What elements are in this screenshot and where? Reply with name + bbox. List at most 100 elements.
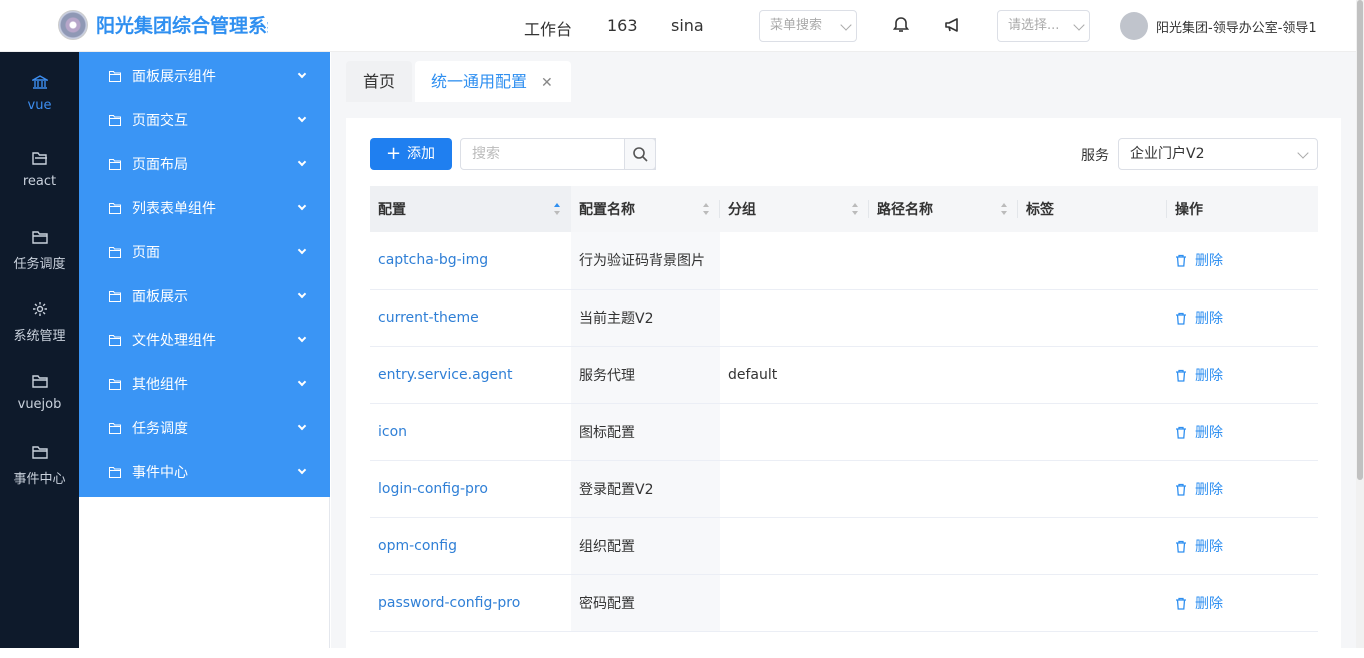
bell-icon[interactable]: [892, 16, 910, 34]
delete-button[interactable]: 删除: [1167, 517, 1318, 575]
chevron-down-icon: [297, 157, 307, 167]
submenu-item[interactable]: 页面交互: [79, 99, 330, 143]
add-button[interactable]: + 添加: [370, 138, 452, 170]
tab-unified-config[interactable]: 统一通用配置 ✕: [415, 61, 571, 102]
delete-button[interactable]: 删除: [1167, 289, 1318, 347]
chevron-down-icon: [297, 113, 307, 123]
table-row: icon 图标配置 删除: [370, 403, 1318, 461]
chevron-down-icon: [1073, 19, 1085, 31]
chevron-down-icon: [297, 245, 307, 255]
config-key-link[interactable]: login-config-pro: [370, 460, 571, 518]
sort-icon[interactable]: [702, 202, 710, 216]
path-cell: [869, 232, 1018, 290]
megaphone-icon[interactable]: [944, 16, 962, 34]
service-label: 服务: [1081, 148, 1109, 164]
tag-cell: [1018, 574, 1167, 632]
folder-icon: [109, 423, 121, 434]
group-cell: [720, 289, 869, 347]
group-cell: [720, 460, 869, 518]
chevron-down-icon: [1297, 147, 1309, 159]
bank-icon: [31, 75, 48, 89]
tag-cell: [1018, 460, 1167, 518]
group-cell: [720, 232, 869, 290]
user-name[interactable]: 阳光集团-领导办公室-领导1: [1156, 17, 1317, 36]
path-cell: [869, 403, 1018, 461]
sort-icon[interactable]: [553, 202, 561, 216]
table-row: login-config-pro 登录配置V2 删除: [370, 460, 1318, 518]
column-header-name[interactable]: 配置名称: [571, 186, 720, 232]
folder-icon: [109, 467, 121, 478]
column-header-group[interactable]: 分组: [720, 186, 869, 232]
path-cell: [869, 574, 1018, 632]
submenu-item[interactable]: 文件处理组件: [79, 319, 330, 363]
group-cell: [720, 574, 869, 632]
config-key-link[interactable]: icon: [370, 403, 571, 461]
sidebar-item-system[interactable]: 系统管理: [0, 301, 79, 344]
app-title: 阳光集团综合管理系统: [96, 15, 268, 37]
avatar[interactable]: [1120, 12, 1148, 40]
scrollbar[interactable]: [1356, 0, 1364, 648]
folder-icon: [31, 231, 48, 244]
config-name-cell: 行为验证码背景图片: [571, 232, 720, 290]
sidebar: vue react 任务调度 系统管理 vuejob 事件中心: [0, 52, 79, 648]
config-key-link[interactable]: entry.service.agent: [370, 346, 571, 404]
submenu-item[interactable]: 列表表单组件: [79, 187, 330, 231]
delete-button[interactable]: 删除: [1167, 346, 1318, 404]
close-icon[interactable]: ✕: [541, 75, 553, 91]
folder-icon: [109, 115, 121, 126]
scrollbar-thumb[interactable]: [1357, 0, 1363, 480]
tag-cell: [1018, 232, 1167, 290]
sidebar-item-react[interactable]: react: [0, 150, 79, 189]
tag-cell: [1018, 403, 1167, 461]
column-header-path[interactable]: 路径名称: [869, 186, 1018, 232]
delete-button[interactable]: 删除: [1167, 460, 1318, 518]
chevron-down-icon: [297, 201, 307, 211]
sort-icon[interactable]: [1000, 202, 1008, 216]
config-key-link[interactable]: password-config-pro: [370, 574, 571, 632]
column-header-tag: 标签: [1018, 186, 1167, 232]
global-select[interactable]: 请选择...: [997, 10, 1090, 42]
trash-icon: [1176, 312, 1186, 325]
path-cell: [869, 346, 1018, 404]
menu-search-select[interactable]: 菜单搜索: [759, 10, 857, 42]
trash-icon: [1176, 369, 1186, 382]
chevron-down-icon: [297, 333, 307, 343]
sidebar-item-task-schedule[interactable]: 任务调度: [0, 229, 79, 272]
config-key-link[interactable]: captcha-bg-img: [370, 232, 571, 290]
column-header-key[interactable]: 配置: [370, 186, 571, 232]
nav-link-163[interactable]: 163: [607, 16, 638, 35]
trash-icon: [1176, 597, 1186, 610]
tag-cell: [1018, 346, 1167, 404]
config-key-link[interactable]: opm-config: [370, 517, 571, 575]
config-name-cell: 图标配置: [571, 403, 720, 461]
submenu: 面板展示组件 页面交互 页面布局 列表表单组件 页面 面板展示 文件处理组件 其…: [79, 52, 330, 497]
sidebar-item-vue[interactable]: vue: [0, 74, 79, 113]
sort-icon[interactable]: [851, 202, 859, 216]
submenu-item[interactable]: 任务调度: [79, 407, 330, 451]
delete-button[interactable]: 删除: [1167, 403, 1318, 461]
submenu-item[interactable]: 面板展示组件: [79, 55, 330, 99]
submenu-item[interactable]: 事件中心: [79, 451, 330, 495]
nav-link-sina[interactable]: sina: [671, 16, 704, 35]
submenu-item[interactable]: 页面: [79, 231, 330, 275]
submenu-item[interactable]: 页面布局: [79, 143, 330, 187]
chevron-down-icon: [297, 69, 307, 79]
table-row: current-theme 当前主题V2 删除: [370, 289, 1318, 347]
config-key-link[interactable]: current-theme: [370, 289, 571, 347]
nav-link-workbench[interactable]: 工作台: [524, 16, 572, 40]
service-select[interactable]: 企业门户V2: [1118, 138, 1318, 170]
trash-icon: [1176, 255, 1186, 267]
config-name-cell: 组织配置: [571, 517, 720, 575]
sidebar-item-vuejob[interactable]: vuejob: [0, 373, 79, 412]
delete-button[interactable]: 删除: [1167, 574, 1318, 632]
plus-icon: +: [386, 143, 402, 164]
search-button[interactable]: [624, 138, 656, 170]
delete-button[interactable]: 删除: [1167, 232, 1318, 290]
submenu-item[interactable]: 其他组件: [79, 363, 330, 407]
table-row: captcha-bg-img 行为验证码背景图片 删除: [370, 232, 1318, 290]
sidebar-item-event-center[interactable]: 事件中心: [0, 444, 79, 487]
tab-home[interactable]: 首页: [346, 61, 412, 102]
submenu-item[interactable]: 面板展示: [79, 275, 330, 319]
column-header-actions: 操作: [1167, 186, 1318, 232]
chevron-down-icon: [840, 19, 852, 31]
